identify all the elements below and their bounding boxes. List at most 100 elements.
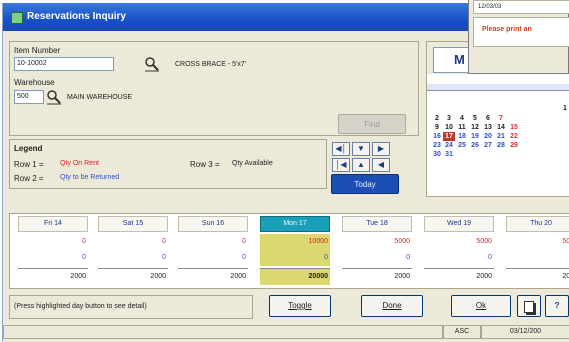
weekday-header <box>427 84 569 91</box>
calendar-date[interactable]: 13 <box>482 123 494 132</box>
qty-returned-cell: 0 <box>162 254 166 261</box>
calendar-date[interactable]: 19 <box>469 132 481 141</box>
day-button[interactable]: Wed 19 <box>424 216 494 232</box>
day-button[interactable]: Tue 18 <box>342 216 412 232</box>
item-number-field[interactable]: 10-10002 <box>14 57 114 71</box>
last-week-button[interactable]: │◀ <box>332 158 350 172</box>
down-button[interactable]: ▼ <box>352 142 370 156</box>
calendar-date[interactable]: 24 <box>443 141 455 150</box>
legend-title: Legend <box>14 144 43 153</box>
status-user: ASC <box>443 325 481 339</box>
calendar-date[interactable]: 26 <box>469 141 481 150</box>
copy-button[interactable] <box>517 295 541 317</box>
window-title: Reservations Inquiry <box>27 11 126 22</box>
item-number-label: Item Number <box>14 46 61 55</box>
copy-icon <box>524 301 534 313</box>
calendar-date[interactable]: 1 <box>559 104 569 113</box>
magnifier-icon <box>47 90 61 105</box>
calendar-date[interactable]: 6 <box>482 114 494 123</box>
popup-message-box: Please print an <box>473 17 569 47</box>
done-button[interactable]: Done <box>361 295 423 317</box>
calendar-date[interactable]: 29 <box>508 141 520 150</box>
calendar-date[interactable]: 12 <box>469 123 481 132</box>
calendar-date[interactable]: 28 <box>495 141 507 150</box>
last-icon: │◀ <box>335 160 347 169</box>
legend-row1-key: Row 1 = <box>14 160 44 169</box>
qty-on-rent-cell: 10000 <box>260 234 330 250</box>
calendar-date[interactable]: 14 <box>495 123 507 132</box>
magnifier-icon <box>145 57 159 72</box>
legend-row1-value: Qty On Rent <box>60 160 99 167</box>
first-week-button[interactable]: ◀│ <box>332 142 350 156</box>
calendar-date[interactable]: 25 <box>456 141 468 150</box>
down-arrow-icon: ▼ <box>357 144 365 153</box>
calendar-date[interactable]: 16 <box>431 132 443 141</box>
calendar-date[interactable]: 27 <box>482 141 494 150</box>
calendar-date[interactable]: 11 <box>456 123 468 132</box>
qty-available-cell: 20000 <box>260 268 330 285</box>
warehouse-search-button[interactable] <box>46 89 62 105</box>
status-bar <box>3 325 443 339</box>
next-button[interactable]: ▶ <box>372 142 390 156</box>
calendar-date[interactable]: 9 <box>431 123 443 132</box>
calendar-date[interactable]: 4 <box>456 114 468 123</box>
qty-on-rent-cell: 500 <box>562 238 569 245</box>
qty-returned-cell: 0 <box>488 254 492 261</box>
first-icon: ◀│ <box>335 144 347 153</box>
qty-on-rent-cell: 0 <box>82 238 86 245</box>
status-date: 03/12/200 <box>481 325 569 339</box>
toggle-button[interactable]: Toggle <box>269 295 331 317</box>
legend-row3-key: Row 3 = <box>190 160 220 169</box>
day-button[interactable]: Fri 14 <box>18 216 88 232</box>
calendar-date[interactable]: 30 <box>431 150 443 159</box>
hint-text: (Press highlighted day button to see det… <box>14 303 147 310</box>
qty-returned-cell: 0 <box>260 250 330 266</box>
qty-available-cell: 2000 <box>98 268 168 285</box>
right-arrow-icon: ▶ <box>377 144 385 153</box>
find-button[interactable]: Find <box>338 114 406 134</box>
warehouse-label: Warehouse <box>14 78 55 87</box>
calendar-date[interactable]: 21 <box>495 132 507 141</box>
day-button[interactable]: Sat 15 <box>98 216 168 232</box>
item-search-button[interactable] <box>144 56 160 72</box>
warehouse-field[interactable]: 500 <box>14 90 44 104</box>
calendar-date[interactable]: 23 <box>431 141 443 150</box>
qty-available-cell: 200 <box>506 268 569 285</box>
previous-button[interactable]: ◀ <box>372 158 390 172</box>
day-button[interactable]: Thu 20 <box>506 216 569 232</box>
calendar-date[interactable]: 2 <box>431 114 443 123</box>
calendar-date[interactable]: 15 <box>508 123 520 132</box>
popup-message: Please print an <box>482 26 532 33</box>
calendar-date[interactable]: 5 <box>469 114 481 123</box>
popup-date: 12/03/03 <box>478 4 502 10</box>
calendar-date[interactable]: 7 <box>495 114 507 123</box>
calendar-date[interactable]: 18 <box>456 132 468 141</box>
help-button[interactable]: ? <box>545 295 569 317</box>
qty-available-cell: 2000 <box>18 268 88 285</box>
qty-available-cell: 2000 <box>342 268 412 285</box>
warehouse-description: MAIN WAREHOUSE <box>67 94 133 101</box>
today-button[interactable]: Today <box>331 174 399 194</box>
up-button[interactable]: ▲ <box>352 158 370 172</box>
calendar-date[interactable]: 20 <box>482 132 494 141</box>
calendar-date[interactable]: 3 <box>443 114 455 123</box>
availability-grid: Fri 14 Sat 15 Sun 16 Mon 17 Tue 18 Wed 1… <box>9 213 569 289</box>
day-button-highlighted[interactable]: Mon 17 <box>260 216 330 232</box>
left-arrow-icon: ◀ <box>377 160 385 169</box>
calendar-date-selected[interactable]: 17 <box>443 132 455 141</box>
qty-returned-cell: 0 <box>82 254 86 261</box>
calendar-date[interactable]: 22 <box>508 132 520 141</box>
qty-on-rent-cell: 0 <box>162 238 166 245</box>
calendar-date[interactable]: 10 <box>443 123 455 132</box>
legend-row3-value: Qty Available <box>232 160 273 167</box>
item-description: CROSS BRACE - 5'x7' <box>175 61 247 68</box>
calendar-date[interactable]: 31 <box>443 150 455 159</box>
qty-returned-cell: 0 <box>506 250 569 266</box>
qty-available-cell: 2000 <box>424 268 494 285</box>
day-button[interactable]: Sun 16 <box>178 216 248 232</box>
up-arrow-icon: ▲ <box>357 160 365 169</box>
qty-available-cell: 2000 <box>178 268 248 285</box>
ok-button[interactable]: Ok <box>451 295 511 317</box>
popup-date-field: 12/03/03 <box>473 0 569 14</box>
lookup-panel: Item Number 10-10002 CROSS BRACE - 5'x7'… <box>9 41 419 136</box>
